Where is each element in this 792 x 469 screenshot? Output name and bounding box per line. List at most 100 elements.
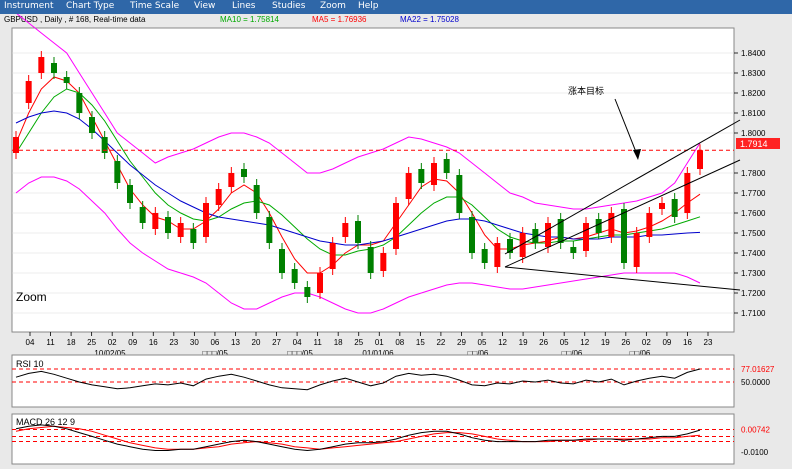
menu-instrument[interactable]: Instrument bbox=[4, 1, 54, 11]
candle-body bbox=[684, 173, 691, 213]
date-tick-label: 16 bbox=[683, 338, 692, 347]
candle-body bbox=[304, 287, 311, 297]
candle-body bbox=[583, 223, 589, 251]
menu-chart-type[interactable]: Chart Type bbox=[66, 1, 114, 11]
price-y-tick-label: 1.7800 bbox=[741, 169, 766, 178]
candle-body bbox=[380, 253, 387, 271]
macd-y-axis: 0.00742 -0.0100 bbox=[741, 426, 770, 457]
candle-body bbox=[595, 219, 602, 233]
menu-help[interactable]: Help bbox=[358, 1, 379, 11]
candle-body bbox=[355, 221, 361, 243]
candle bbox=[684, 167, 691, 219]
rsi-y-tick-label: 50.0000 bbox=[741, 378, 770, 387]
candle-body bbox=[165, 217, 171, 233]
price-y-tick-label: 1.8200 bbox=[741, 89, 766, 98]
date-tick-label: 01 bbox=[375, 338, 384, 347]
candle bbox=[253, 179, 260, 219]
price-y-tick-label: 1.8100 bbox=[741, 109, 766, 118]
rsi-title: RSI 10 bbox=[16, 359, 44, 369]
date-tick-label: 13 bbox=[231, 338, 240, 347]
candle-body bbox=[633, 233, 640, 267]
ma10-legend: MA10 = 1.75814 bbox=[220, 15, 279, 24]
date-tick-label: 02 bbox=[642, 338, 651, 347]
menu-lines[interactable]: Lines bbox=[232, 1, 255, 11]
date-tick-label: 12 bbox=[498, 338, 507, 347]
candle-body bbox=[545, 223, 551, 247]
date-tick-label: 09 bbox=[128, 338, 137, 347]
candle-body bbox=[659, 203, 665, 209]
candle-body bbox=[393, 203, 399, 249]
candle-body bbox=[215, 189, 222, 205]
menu-zoom[interactable]: Zoom bbox=[320, 1, 346, 11]
macd-panel: MACD 26 12 9 0.00742-0.0100 bbox=[11, 413, 770, 465]
candle-body bbox=[152, 213, 159, 229]
date-tick-label: 25 bbox=[354, 338, 363, 347]
date-tick-label: 08 bbox=[395, 338, 404, 347]
date-tick-label: 18 bbox=[334, 338, 343, 347]
price-y-tick-label: 1.7200 bbox=[741, 289, 766, 298]
date-tick-label: 15 bbox=[416, 338, 425, 347]
date-tick-label: 12 bbox=[580, 338, 589, 347]
candle-body bbox=[114, 161, 121, 183]
menu-time-scale[interactable]: Time Scale bbox=[130, 1, 179, 11]
rsi-panel-bg bbox=[11, 354, 735, 408]
price-y-tick-label: 1.8300 bbox=[741, 69, 766, 78]
price-y-tick-label: 1.8000 bbox=[741, 129, 766, 138]
date-tick-label: 19 bbox=[519, 338, 528, 347]
date-tick-label: 04 bbox=[293, 338, 302, 347]
date-tick-label: 05 bbox=[560, 338, 569, 347]
candle-body bbox=[646, 213, 653, 237]
price-y-tick-label: 1.7500 bbox=[741, 229, 766, 238]
menu-bar: Instrument Chart Type Time Scale View Li… bbox=[0, 0, 792, 14]
menu-studies[interactable]: Studies bbox=[272, 1, 305, 11]
date-tick-label: 22 bbox=[436, 338, 445, 347]
candle bbox=[469, 211, 475, 259]
ma5-legend: MA5 = 1.76936 bbox=[312, 15, 367, 24]
candle-body bbox=[228, 173, 235, 187]
price-y-tick-label: 1.7300 bbox=[741, 269, 766, 278]
candle-body bbox=[367, 247, 374, 273]
rsi-panel: RSI 10 77.01627 50.0000 bbox=[11, 354, 775, 408]
ma22-legend: MA22 = 1.75028 bbox=[400, 15, 459, 24]
candle-body bbox=[266, 217, 273, 243]
candle-body bbox=[127, 185, 133, 203]
candle-body bbox=[63, 77, 70, 83]
date-tick-label: 09 bbox=[662, 338, 671, 347]
date-tick-label: 18 bbox=[67, 338, 76, 347]
candle-body bbox=[291, 269, 298, 283]
macd-y-tick-label: -0.0100 bbox=[741, 448, 769, 457]
date-tick-label: 27 bbox=[272, 338, 281, 347]
candle-body bbox=[51, 63, 57, 73]
date-tick-label: 23 bbox=[169, 338, 178, 347]
price-y-tick-label: 1.8400 bbox=[741, 49, 766, 58]
candle-body bbox=[570, 247, 577, 253]
candle-body bbox=[203, 203, 209, 237]
candle bbox=[633, 227, 640, 273]
price-y-tick-label: 1.7400 bbox=[741, 249, 766, 258]
price-y-tick-label: 1.7100 bbox=[741, 309, 766, 318]
candle-body bbox=[456, 175, 463, 213]
rsi-y-axis: 77.01627 50.0000 bbox=[741, 365, 775, 387]
date-tick-label: 26 bbox=[621, 338, 630, 347]
candle bbox=[393, 197, 399, 255]
candle-body bbox=[38, 57, 45, 73]
candle-body bbox=[431, 163, 437, 185]
instrument-label: GBPUSD , Daily , # 168, Real-time data bbox=[4, 15, 146, 24]
date-tick-label: 19 bbox=[601, 338, 610, 347]
candle-body bbox=[342, 223, 349, 237]
candle-body bbox=[76, 93, 83, 113]
candle-body bbox=[405, 173, 412, 199]
date-tick-label: 20 bbox=[252, 338, 261, 347]
candle-body bbox=[241, 169, 247, 177]
date-tick-label: 23 bbox=[704, 338, 713, 347]
date-tick-label: 11 bbox=[46, 338, 55, 347]
date-tick-label: 06 bbox=[210, 338, 219, 347]
candle-body bbox=[469, 217, 475, 253]
candle-body bbox=[177, 223, 184, 237]
date-tick-label: 04 bbox=[26, 338, 35, 347]
rsi-y-tick-label: 77.01627 bbox=[741, 365, 775, 374]
candle bbox=[456, 169, 463, 219]
candle bbox=[583, 217, 589, 257]
price-y-tick-label: 1.7600 bbox=[741, 209, 766, 218]
menu-view[interactable]: View bbox=[194, 1, 215, 11]
